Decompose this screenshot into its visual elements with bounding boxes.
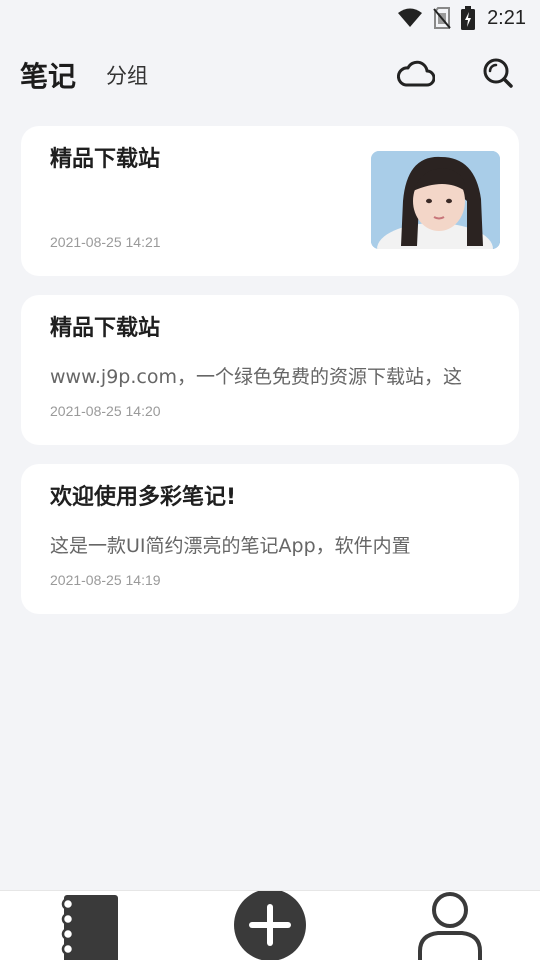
note-date: 2021-08-25 14:21 xyxy=(50,234,161,250)
note-title: 精品下载站 xyxy=(50,316,161,341)
note-preview: 这是一款UI简约漂亮的笔记App，软件内置 xyxy=(50,535,411,557)
search-button[interactable] xyxy=(476,53,520,97)
note-card[interactable]: 精品下载站 2021-08-25 14:21 xyxy=(21,126,519,276)
note-list: 精品下载站 2021-08-25 14:21 精品下载站 www.j9p.com… xyxy=(21,126,519,633)
tab-group[interactable]: 分组 xyxy=(106,60,148,90)
search-icon xyxy=(482,57,514,93)
note-preview: www.j9p.com，一个绿色免费的资源下载站，这 xyxy=(50,366,462,388)
app-header: 笔记 分组 xyxy=(20,50,520,100)
note-card[interactable]: 欢迎使用多彩笔记! 这是一款UI简约漂亮的笔记App，软件内置 2021-08-… xyxy=(21,464,519,614)
status-time: 2:21 xyxy=(487,6,526,29)
battery-charging-icon xyxy=(461,6,476,30)
nav-notes-button[interactable] xyxy=(40,891,140,960)
note-thumbnail-image xyxy=(371,151,500,249)
note-title: 欢迎使用多彩笔记! xyxy=(50,485,237,510)
cloud-sync-button[interactable] xyxy=(394,53,438,97)
status-bar: 2:21 xyxy=(0,0,540,36)
no-sim-icon xyxy=(433,7,451,29)
wifi-icon xyxy=(397,8,423,28)
add-note-button[interactable] xyxy=(220,891,320,960)
nav-profile-button[interactable] xyxy=(400,891,500,960)
note-card[interactable]: 精品下载站 www.j9p.com，一个绿色免费的资源下载站，这 2021-08… xyxy=(21,295,519,445)
page-title: 笔记 xyxy=(20,60,77,93)
add-note-icon xyxy=(220,891,320,960)
note-date: 2021-08-25 14:20 xyxy=(50,403,161,419)
profile-icon xyxy=(410,891,490,960)
bottom-nav xyxy=(0,890,540,960)
notebook-icon xyxy=(58,891,122,960)
cloud-sync-icon xyxy=(397,58,436,92)
note-date: 2021-08-25 14:19 xyxy=(50,572,161,588)
